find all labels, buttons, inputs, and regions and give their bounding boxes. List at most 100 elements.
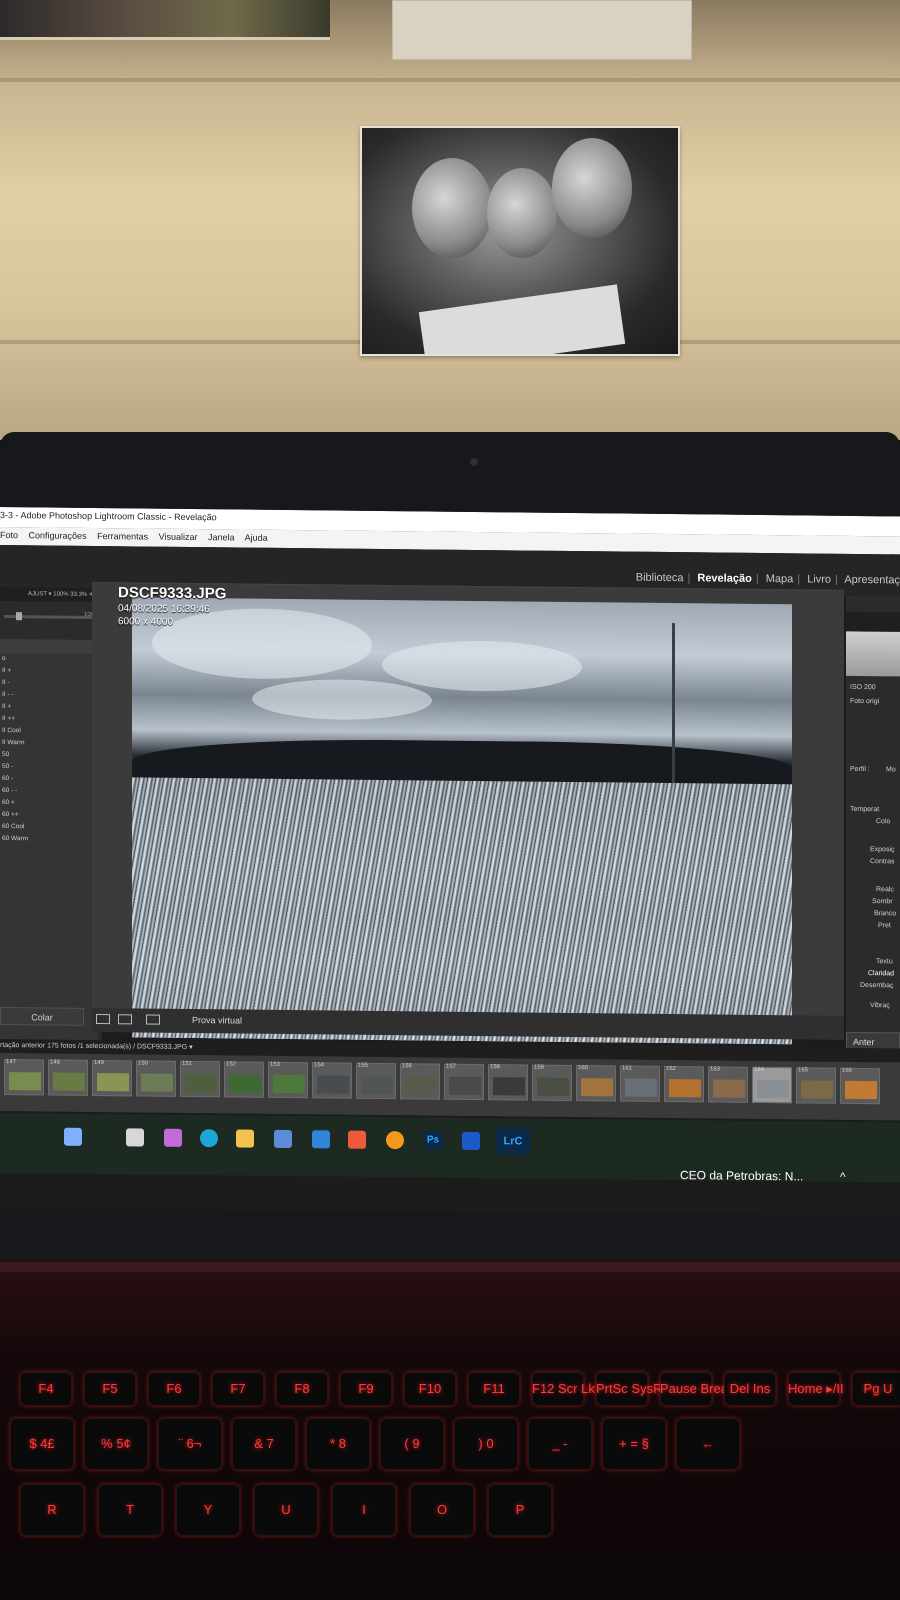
loupe-view-icon[interactable] <box>96 1014 110 1025</box>
photo-filename: DSCF9333.JPG <box>118 584 227 603</box>
key-legend: ← <box>701 1436 715 1451</box>
filmstrip-thumb[interactable]: 159 <box>532 1064 572 1101</box>
keyboard-key: F10 <box>404 1372 456 1406</box>
original-photo-checkbox[interactable]: Foto origi <box>850 698 879 705</box>
preset-item[interactable]: 60 ++ <box>0 809 98 822</box>
filmstrip-thumb[interactable]: 153 <box>268 1061 308 1099</box>
menu-ajuda[interactable]: Ajuda <box>245 533 268 543</box>
keyboard-key: F9 <box>340 1372 392 1406</box>
thumb-number: 155 <box>358 1062 369 1069</box>
prime-video-icon[interactable] <box>462 1131 480 1151</box>
lightroom-classic-icon[interactable]: LrC <box>496 1128 530 1155</box>
preset-item[interactable]: 60 Warm <box>0 833 98 846</box>
menu-visualizar[interactable]: Visualizar <box>159 532 198 542</box>
key-legend: O <box>436 1502 448 1517</box>
filmstrip-thumb[interactable]: 156 <box>400 1063 440 1100</box>
preset-item[interactable]: II Cool <box>0 725 98 738</box>
keyboard-key: T <box>98 1484 162 1536</box>
highlights-label: Realc <box>876 886 894 894</box>
exposure-label: Exposiç <box>870 846 895 854</box>
photoshop-icon[interactable]: Ps <box>424 1131 442 1150</box>
module-apresentacao[interactable]: Apresentaç <box>844 574 900 587</box>
wall <box>0 0 900 440</box>
key-legend: Pause Break <box>660 1381 735 1396</box>
preset-item[interactable]: o <box>0 653 98 666</box>
preset-item[interactable]: 60 - - <box>0 785 98 798</box>
menu-foto[interactable]: Foto <box>0 530 18 540</box>
menu-ferramentas[interactable]: Ferramentas <box>97 531 148 542</box>
module-biblioteca[interactable]: Biblioteca <box>636 572 684 584</box>
key-legend: _ - <box>552 1436 568 1451</box>
key-legend: F4 <box>38 1381 54 1396</box>
keyboard-key: ¨ 6¬ <box>158 1418 222 1470</box>
filmstrip-thumb[interactable]: 157 <box>444 1063 484 1101</box>
keyboard-key: $ 4£ <box>10 1418 74 1470</box>
menu-configuracoes[interactable]: Configurações <box>29 530 87 541</box>
filmstrip-thumb[interactable]: 148 <box>48 1059 88 1096</box>
key-legend: & 7 <box>254 1436 274 1451</box>
filmstrip-thumb[interactable]: 164 <box>752 1066 792 1104</box>
mail-icon[interactable] <box>312 1130 330 1149</box>
colar-button[interactable]: Colar <box>0 1007 84 1026</box>
soft-proof-checkbox[interactable]: Prova virtual <box>192 1015 242 1026</box>
key-legend: $ 4£ <box>29 1436 55 1451</box>
zoom-selector[interactable]: AJUST ▾ 100% 33.3% ≑ <box>0 587 102 603</box>
preset-item[interactable]: 60 - <box>0 773 98 786</box>
profile-value[interactable]: Mo <box>886 766 896 773</box>
module-livro[interactable]: Livro <box>807 573 831 585</box>
task-view-icon[interactable] <box>126 1128 144 1147</box>
filmstrip-thumb[interactable]: 165 <box>796 1067 836 1104</box>
key-legend: Home ▸/II <box>788 1381 844 1396</box>
preset-item[interactable]: 50 - <box>0 761 98 774</box>
module-mapa[interactable]: Mapa <box>766 573 794 585</box>
filmstrip-thumb[interactable]: 152 <box>224 1061 264 1098</box>
key-legend: + = § <box>619 1436 649 1451</box>
microsoft-365-icon[interactable] <box>164 1128 182 1147</box>
filmstrip-thumb[interactable]: 166 <box>840 1067 880 1105</box>
thumb-image <box>449 1076 481 1096</box>
preset-item[interactable]: II ++ <box>0 713 98 726</box>
filmstrip-thumb[interactable]: 163 <box>708 1066 748 1103</box>
preset-item[interactable]: II Warm <box>0 737 98 750</box>
filmstrip-thumb[interactable]: 150 <box>136 1060 176 1097</box>
news-widget[interactable]: CEO da Petrobras: N... <box>680 1168 803 1183</box>
preset-item[interactable]: II + <box>0 701 98 714</box>
edge-icon[interactable] <box>200 1129 218 1148</box>
preset-item[interactable]: 60 Cool <box>0 821 98 834</box>
navigator-slider-knob[interactable] <box>16 612 22 621</box>
key-legend: % 5¢ <box>101 1436 131 1451</box>
module-revelacao[interactable]: Revelação <box>697 572 751 585</box>
preset-item[interactable]: II + <box>0 665 98 678</box>
filmstrip-thumb[interactable]: 160 <box>576 1065 616 1102</box>
store-icon[interactable] <box>274 1129 292 1149</box>
audible-icon[interactable] <box>386 1131 404 1150</box>
preset-item[interactable]: II - <box>0 677 98 690</box>
before-after-icon[interactable] <box>118 1014 132 1025</box>
main-photo[interactable] <box>132 597 792 1045</box>
filmstrip-thumb[interactable]: 147 <box>4 1059 44 1096</box>
copilot-icon[interactable] <box>64 1127 82 1146</box>
filmstrip-thumb[interactable]: 154 <box>312 1062 352 1099</box>
wall-poster <box>0 0 330 40</box>
key-legend: F9 <box>358 1381 374 1396</box>
thumb-image <box>361 1075 393 1095</box>
filmstrip-thumb[interactable]: 151 <box>180 1060 220 1098</box>
preset-item[interactable]: 50 <box>0 749 98 762</box>
brave-icon[interactable] <box>348 1130 366 1149</box>
thumb-image <box>845 1080 877 1100</box>
contrast-label: Contras <box>870 858 895 866</box>
filmstrip-thumb[interactable]: 161 <box>620 1065 660 1102</box>
preset-item[interactable]: II - - <box>0 689 98 702</box>
menu-janela[interactable]: Janela <box>208 532 235 542</box>
preset-item[interactable]: 60 + <box>0 797 98 810</box>
filmstrip-thumb[interactable]: 162 <box>664 1065 704 1103</box>
filmstrip-thumb[interactable]: 149 <box>92 1059 132 1097</box>
system-tray-chevron[interactable]: ^ <box>840 1170 846 1184</box>
yy-compare-icon[interactable] <box>146 1014 160 1025</box>
filmstrip-thumb[interactable]: 158 <box>488 1064 528 1101</box>
thumb-image <box>493 1077 525 1096</box>
thumb-number: 158 <box>490 1064 501 1071</box>
file-explorer-icon[interactable] <box>236 1129 254 1148</box>
filmstrip-thumb[interactable]: 155 <box>356 1062 396 1100</box>
keyboard-key: * 8 <box>306 1418 370 1470</box>
